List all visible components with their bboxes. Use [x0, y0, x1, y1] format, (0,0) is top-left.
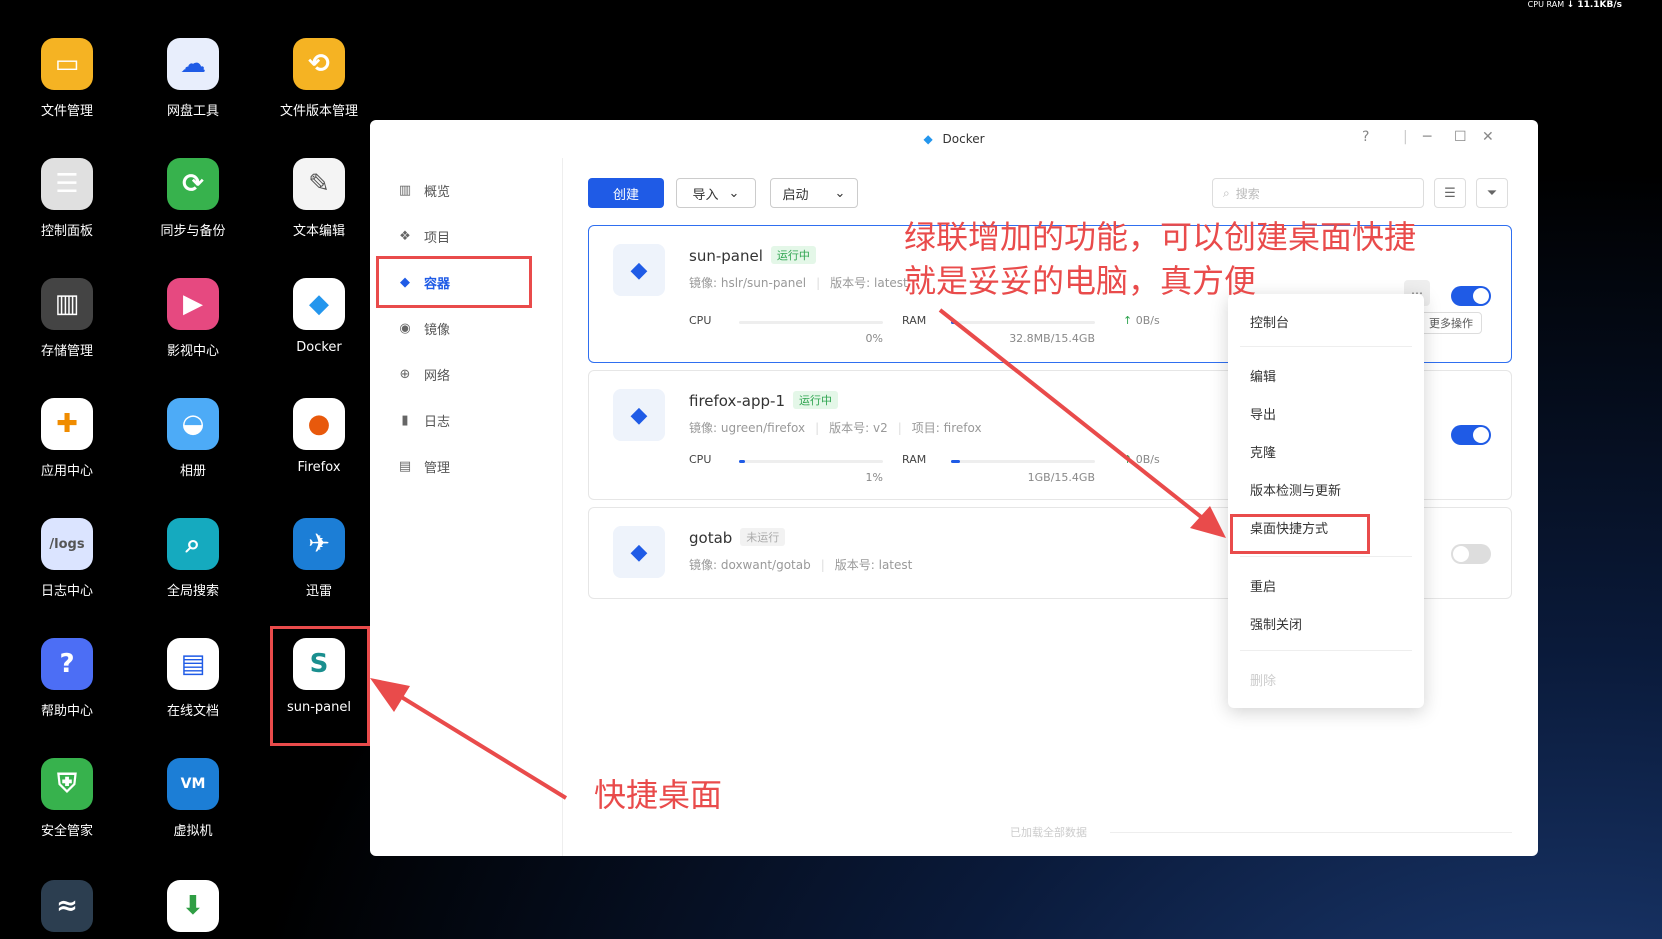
annotation-arrows	[370, 308, 1226, 800]
arrow-head-2	[370, 678, 410, 712]
arrow-line-1	[938, 308, 1212, 526]
arrow-line-2	[388, 688, 568, 800]
